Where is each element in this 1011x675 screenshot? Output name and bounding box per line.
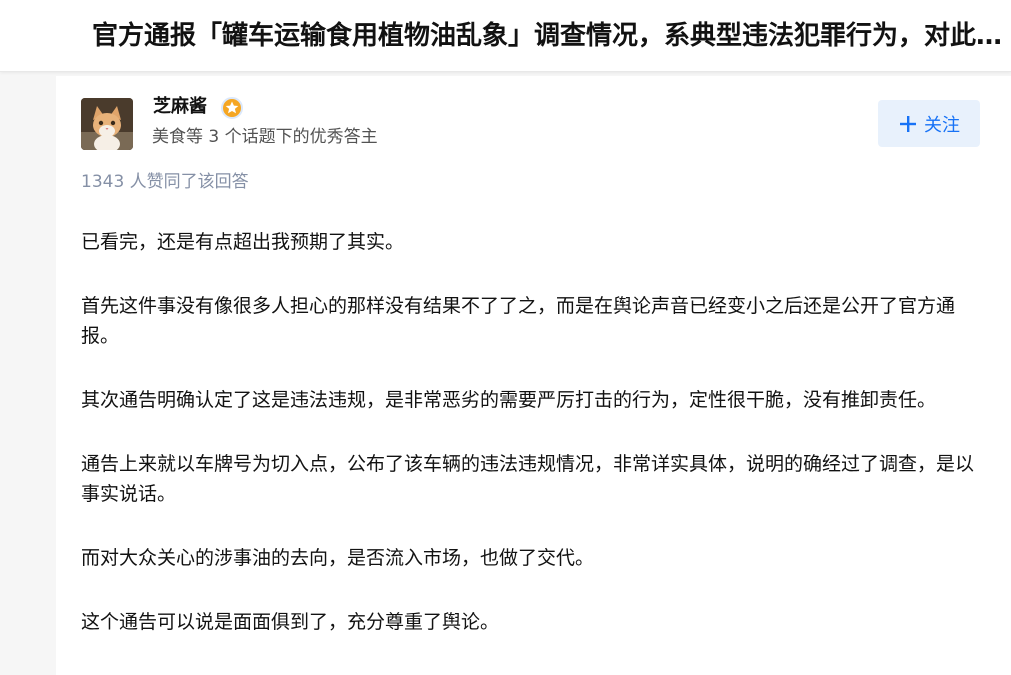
answer-paragraph: 其次通告明确认定了这是违法违规，是非常恶劣的需要严厉打击的行为，定性很干脆，没有… (81, 389, 937, 411)
author-headline: 美食等 3 个话题下的优秀答主 (152, 127, 378, 147)
answer-paragraph: 通告上来就以车牌号为切入点，公布了该车辆的违法违规情况，非常详实具体，说明的确经… (81, 453, 975, 505)
follow-button[interactable]: 关注 (878, 100, 980, 147)
author-name[interactable]: 芝麻酱 (153, 94, 207, 120)
answer-paragraph: 而对大众关心的涉事油的去向，是否流入市场，也做了交代。 (81, 547, 595, 569)
answer-content: 已看完，还是有点超出我预期了其实。 首先这件事没有像很多人担心的那样没有结果不了… (81, 227, 981, 671)
question-title[interactable]: 官方通报「罐车运输食用植物油乱象」调查情况，系典型违法犯罪行为，对此你怎么看？ (92, 16, 1004, 56)
plus-icon (900, 115, 916, 132)
cat-avatar-image (81, 98, 133, 150)
author-avatar[interactable] (81, 98, 133, 150)
certified-badge-icon (221, 97, 243, 119)
follow-button-label: 关注 (924, 114, 960, 136)
vote-summary: 1343 人赞同了该回答 (81, 172, 249, 192)
answer-paragraph: 这个通告可以说是面面俱到了，充分尊重了舆论。 (81, 611, 500, 633)
answer-paragraph: 首先这件事没有像很多人担心的那样没有结果不了了之，而是在舆论声音已经变小之后还是… (81, 295, 956, 347)
question-header: 官方通报「罐车运输食用植物油乱象」调查情况，系典型违法犯罪行为，对此你怎么看？ (0, 0, 1011, 72)
answer-paragraph: 已看完，还是有点超出我预期了其实。 (81, 231, 405, 253)
